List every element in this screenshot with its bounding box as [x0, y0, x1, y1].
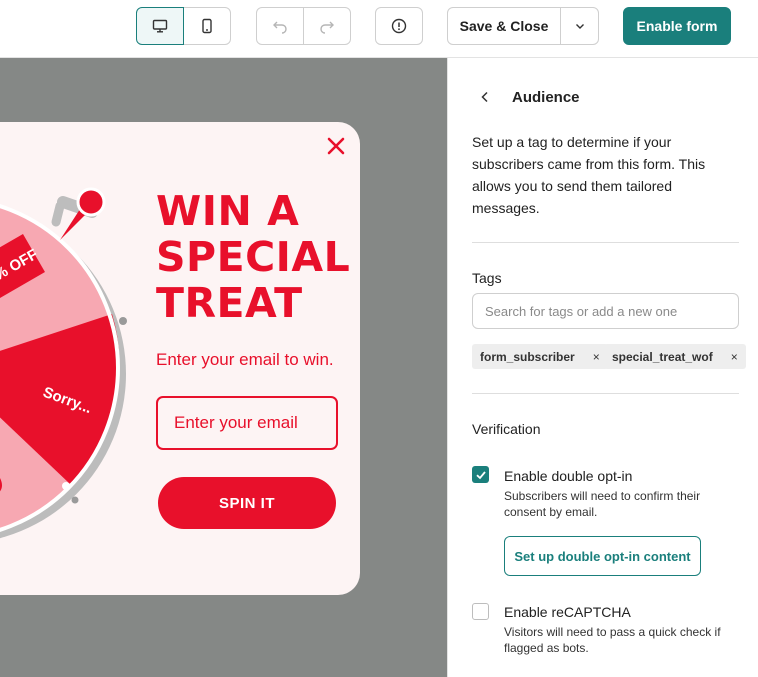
pointer-shadow — [51, 201, 65, 227]
tag-label: special_treat_wof — [612, 349, 713, 364]
setup-double-optin-button[interactable]: Set up double opt-in content — [504, 536, 701, 576]
divider — [472, 393, 739, 394]
enable-form-button[interactable]: Enable form — [623, 7, 731, 45]
tag-chip: special_treat_wof × — [604, 344, 746, 369]
mobile-view-button[interactable] — [183, 7, 231, 45]
recaptcha-description: Visitors will need to pass a quick check… — [504, 625, 721, 655]
redo-icon — [320, 21, 334, 34]
tags-label: Tags — [472, 270, 502, 286]
double-optin-description: Subscribers will need to confirm their c… — [504, 489, 701, 519]
spin-button[interactable]: SPIN IT — [158, 477, 336, 529]
back-chevron-icon[interactable] — [478, 90, 492, 104]
prize-wheel: 15% OFF Sorry... — [0, 187, 127, 539]
editor-canvas: 15% OFF Sorry... WIN A SPECIAL TREAT Ent… — [0, 58, 447, 677]
undo-icon — [273, 21, 287, 34]
tag-remove-icon[interactable]: × — [731, 350, 738, 364]
info-button[interactable] — [375, 7, 423, 45]
save-close-button[interactable]: Save & Close — [447, 7, 561, 45]
redo-button[interactable] — [303, 7, 351, 45]
tags-search-input[interactable]: Search for tags or add a new one — [472, 293, 739, 329]
mobile-icon — [202, 18, 212, 34]
undo-button[interactable] — [256, 7, 304, 45]
desktop-view-button[interactable] — [136, 7, 184, 45]
chevron-down-icon — [575, 24, 584, 29]
tag-chip: form_subscriber × — [472, 344, 608, 369]
info-icon — [391, 18, 407, 34]
checkmark-icon — [475, 470, 486, 479]
panel-description: Set up a tag to determine if your subscr… — [472, 134, 706, 216]
close-icon[interactable] — [324, 134, 348, 158]
rim-dot — [71, 496, 79, 504]
headline-line: TREAT — [156, 279, 303, 327]
email-field[interactable]: Enter your email — [156, 396, 338, 450]
rim-dot — [119, 317, 127, 325]
settings-panel: Audience Set up a tag to determine if yo… — [447, 58, 758, 677]
desktop-icon — [152, 19, 168, 33]
pointer-knob — [76, 187, 106, 217]
divider — [472, 242, 739, 243]
headline-line: SPECIAL — [156, 233, 351, 281]
double-optin-title: Enable double opt-in — [504, 468, 633, 484]
top-toolbar: Save & Close Enable form — [0, 0, 758, 58]
save-options-button[interactable] — [560, 7, 599, 45]
rim-dot — [62, 482, 70, 490]
tag-remove-icon[interactable]: × — [593, 350, 600, 364]
headline-line: WIN A — [156, 187, 300, 235]
recaptcha-checkbox[interactable] — [472, 603, 489, 620]
verification-label: Verification — [472, 421, 541, 437]
double-optin-checkbox[interactable] — [472, 466, 489, 483]
popup-subtitle: Enter your email to win. — [156, 350, 334, 369]
panel-title: Audience — [512, 89, 580, 106]
popup-preview: 15% OFF Sorry... WIN A SPECIAL TREAT Ent… — [0, 122, 360, 595]
popup-headline: WIN A SPECIAL TREAT — [156, 188, 356, 326]
recaptcha-title: Enable reCAPTCHA — [504, 604, 631, 620]
tag-label: form_subscriber — [480, 349, 575, 364]
